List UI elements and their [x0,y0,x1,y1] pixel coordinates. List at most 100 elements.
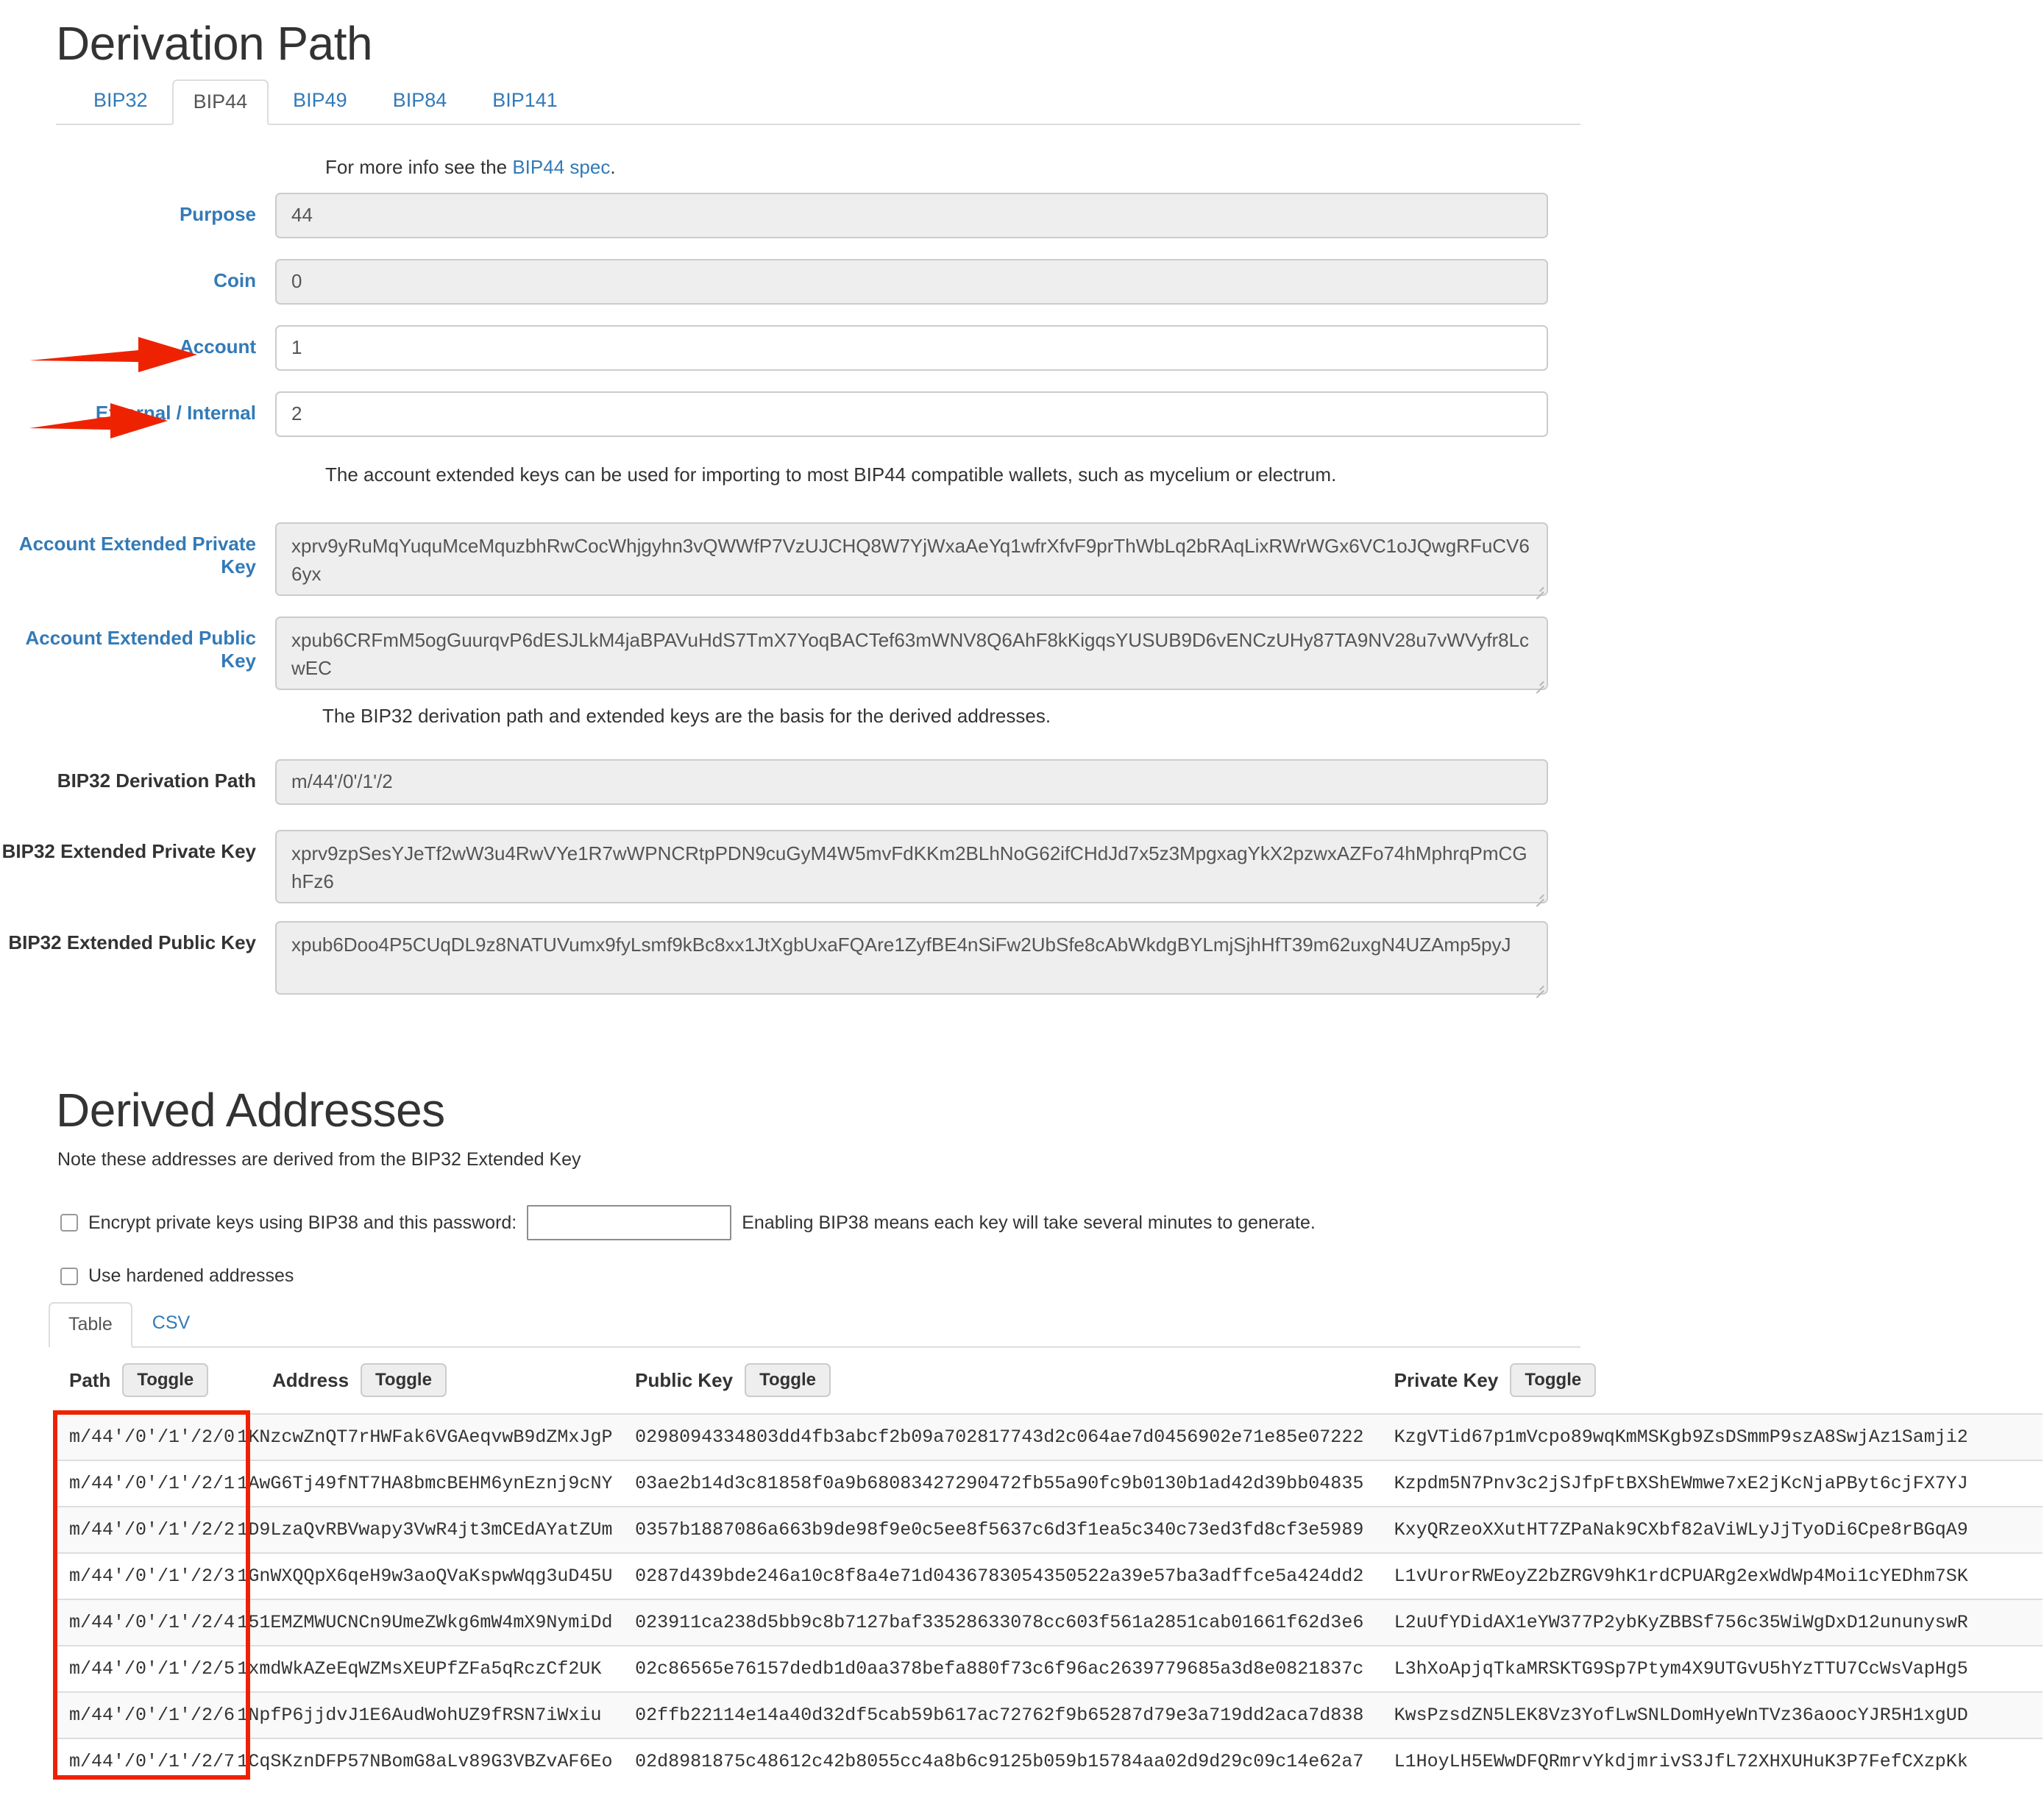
derived-addresses-table: Path Toggle Public Key Toggle Private Ke… [56,1363,2043,1784]
table-row: m/44'/0'/1'/2/6 1NpfP6jjdvJ1E6AudWohUZ9fR… [56,1691,2043,1738]
hardened-checkbox[interactable] [60,1267,78,1285]
field-row-bip32-xprv: BIP32 Extended Private Key xprv9zpSesYJe… [0,830,1548,903]
account-xprv-textarea[interactable]: xprv9yRuMqYuquMceMquzbhRwCocWhjgyhn3vQWW… [275,522,1548,596]
cell-public-key: 0357b1887086a663b9de98f9e0c5ee8f5637c6d3… [635,1506,1394,1553]
cell-public-key: 02ffb22114e14a40d32df5cab59b617ac72762f9… [635,1691,1394,1738]
th-private-key: Private Key Toggle [1394,1363,2043,1414]
bip32-xpub-label: BIP32 Extended Public Key [0,921,275,954]
table-row: m/44'/0'/1'/2/7 1CqSKznDFP57NBomG8aLv89G3… [56,1738,2043,1784]
cell-path: m/44'/0'/1'/2/4 [56,1599,238,1646]
bip38-checkbox[interactable] [60,1214,78,1232]
annotation-arrow-external-internal [29,403,168,438]
account-xpub-value: xpub6CRFmM5ogGuurqvP6dESJLkM4jaBPAVuHdS7… [291,629,1530,679]
table-row: m/44'/0'/1'/2/3 1GnWXQQpX6qeH9w3aoQVaKspw… [56,1552,2043,1599]
field-row-account-xprv: Account Extended Private Key xprv9yRuMqY… [0,522,1548,596]
cell-address: 1xmdWkAZeEqWZMsXEUPfZFa5qRczCf2UK [237,1645,636,1692]
bip44-spec-note-suffix: . [610,156,616,178]
account-xpub-label: Account Extended Public Key [0,616,275,672]
cell-private-key: KxyQRzeoXXutHT7ZPaNak9CXbf82aViWLyJjTyoD… [1394,1506,2043,1553]
tab-bip44[interactable]: BIP44 [171,79,269,125]
bip32-xprv-label-text: BIP32 Extended Private Key [1,840,256,862]
cell-private-key: KwsPzsdZN5LEK8Vz3YofLwSNLDomHyeWnTVz36ao… [1394,1691,2043,1738]
cell-path: m/44'/0'/1'/2/3 [56,1552,238,1599]
table-row: m/44'/0'/1'/2/1 1AwG6Tj49fNT7HA8bmcBEHM6y… [56,1460,2043,1507]
cell-public-key: 0298094334803dd4fb3abcf2b09a702817743d2c… [635,1413,1394,1460]
cell-address: 1D9LzaQvRBVwapy3VwR4jt3mCEdAYatZUm [237,1506,636,1553]
field-row-account: Account 1 [0,325,1548,371]
cell-private-key: L3hXoApjqTkaMRSKTG9Sp7Ptym4X9UTGvU5hYzTT… [1394,1645,2043,1692]
cell-private-key: Kzpdm5N7Pnv3c2jSJfpFtBXShEWmwe7xE2jKcNja… [1394,1460,2043,1507]
cell-address: 1GnWXQQpX6qeH9w3aoQVaKspwWqg3uD45U [237,1552,636,1599]
bip32-xpub-textarea[interactable]: xpub6Doo4P5CUqDL9z8NATUVumx9fyLsmf9kBc8x… [275,921,1548,995]
bip38-label: Encrypt private keys using BIP38 and thi… [88,1212,517,1233]
cell-public-key: 023911ca238d5bb9c8b7127baf33528633078cc6… [635,1599,1394,1646]
bip44-spec-link[interactable]: BIP44 spec [512,156,610,178]
field-row-purpose: Purpose 44 [0,193,1548,238]
cell-private-key: L1HoyLH5EWwDFQRmrvYkdjmrivS3JfL72XHXUHuK… [1394,1738,2043,1784]
cell-address: 1AwG6Tj49fNT7HA8bmcBEHM6ynEznj9cNY [237,1460,636,1507]
cell-path: m/44'/0'/1'/2/2 [56,1506,238,1553]
field-row-coin: Coin 0 [0,259,1548,305]
th-private-key-label: Private Key [1394,1368,1499,1391]
th-address-label: Address [272,1368,349,1391]
account-extended-keys-note: The account extended keys can be used fo… [325,463,1337,486]
coin-input[interactable]: 0 [275,259,1548,305]
account-xprv-value: xprv9yRuMqYuquMceMquzbhRwCocWhjgyhn3vQWW… [291,535,1530,585]
tab-bip32[interactable]: BIP32 [72,78,169,124]
th-public-key: Public Key Toggle [635,1363,1394,1414]
cell-private-key: KzgVTid67p1mVcpo89wqKmMSKgb9ZsDSmmP9szA8… [1394,1413,2043,1460]
th-public-key-label: Public Key [635,1368,734,1391]
account-xpub-label-text: Account Extended Public Key [25,627,257,672]
bip32-xpub-value: xpub6Doo4P5CUqDL9z8NATUVumx9fyLsmf9kBc8x… [291,934,1511,956]
account-xprv-label-text: Account Extended Private Key [18,533,256,578]
bip44-spec-note-prefix: For more info see the [325,156,513,178]
tab-csv[interactable]: CSV [132,1301,210,1346]
cell-address: 1NpfP6jjdvJ1E6AudWohUZ9fRSN7iWxiu [237,1691,636,1738]
bip32-xpub-label-text: BIP32 Extended Public Key [8,931,256,953]
tab-bip84[interactable]: BIP84 [372,78,469,124]
purpose-label: Purpose [179,203,256,225]
table-row: m/44'/0'/1'/2/4 151EMZMWUCNCn9UmeZWkg6mW4… [56,1599,2043,1646]
bip32-xprv-value: xprv9zpSesYJeTf2wW3u4RwVYe1R7wWPNCRtpPDN… [291,842,1527,892]
bip32-basis-note: The BIP32 derivation path and extended k… [322,705,1051,727]
tab-bip49[interactable]: BIP49 [272,78,369,124]
field-row-bip32-path: BIP32 Derivation Path m/44'/0'/1'/2 [0,759,1548,805]
tab-bip141[interactable]: BIP141 [471,78,579,124]
derived-view-tabs: Table CSV [49,1302,1580,1348]
bip38-row: Encrypt private keys using BIP38 and thi… [60,1205,1316,1240]
bip44-spec-note: For more info see the BIP44 spec. [325,156,616,179]
th-path-label: Path [69,1368,111,1391]
resize-grip-icon [1533,888,1544,900]
toggle-address-button[interactable]: Toggle [361,1363,447,1397]
toggle-path-button[interactable]: Toggle [122,1363,209,1397]
field-row-bip32-xpub: BIP32 Extended Public Key xpub6Doo4P5CUq… [0,921,1548,995]
cell-address: 151EMZMWUCNCn9UmeZWkg6mW4mX9NymiDd [237,1599,636,1646]
toggle-public-key-button[interactable]: Toggle [745,1363,831,1397]
tab-table[interactable]: Table [49,1302,132,1348]
bip32-xprv-textarea[interactable]: xprv9zpSesYJeTf2wW3u4RwVYe1R7wWPNCRtpPDN… [275,830,1548,903]
derived-addresses-note: Note these addresses are derived from th… [57,1149,581,1170]
purpose-input[interactable]: 44 [275,193,1548,238]
resize-grip-icon [1533,675,1544,686]
table-row: m/44'/0'/1'/2/2 1D9LzaQvRBVwapy3VwR4jt3mC… [56,1506,2043,1553]
table-body: m/44'/0'/1'/2/0 1KNzcwZnQT7rHWFak6VGAeqvw… [56,1413,2043,1784]
resize-grip-icon [1533,580,1544,592]
cell-path: m/44'/0'/1'/2/7 [56,1738,238,1784]
page-title-derived-addresses: Derived Addresses [56,1084,445,1137]
account-input[interactable]: 1 [275,325,1548,371]
bip32-xprv-label: BIP32 Extended Private Key [0,830,275,863]
address-column-header: Address Toggle [272,1363,447,1397]
bip32-path-input[interactable]: m/44'/0'/1'/2 [275,759,1548,805]
cell-public-key: 02d8981875c48612c42b8055cc4a8b6c9125b059… [635,1738,1394,1784]
cell-path: m/44'/0'/1'/2/1 [56,1460,238,1507]
annotation-arrow-account [29,337,197,372]
cell-path: m/44'/0'/1'/2/5 [56,1645,238,1692]
page-title-derivation-path: Derivation Path [56,17,373,70]
cell-path: m/44'/0'/1'/2/0 [56,1413,238,1460]
account-xpub-textarea[interactable]: xpub6CRFmM5ogGuurqvP6dESJLkM4jaBPAVuHdS7… [275,616,1548,690]
field-row-external-internal: External / Internal 2 [0,391,1548,437]
hardened-row: Use hardened addresses [60,1265,294,1287]
bip38-password-input[interactable] [527,1205,732,1240]
external-internal-input[interactable]: 2 [275,391,1548,437]
toggle-private-key-button[interactable]: Toggle [1510,1363,1597,1397]
